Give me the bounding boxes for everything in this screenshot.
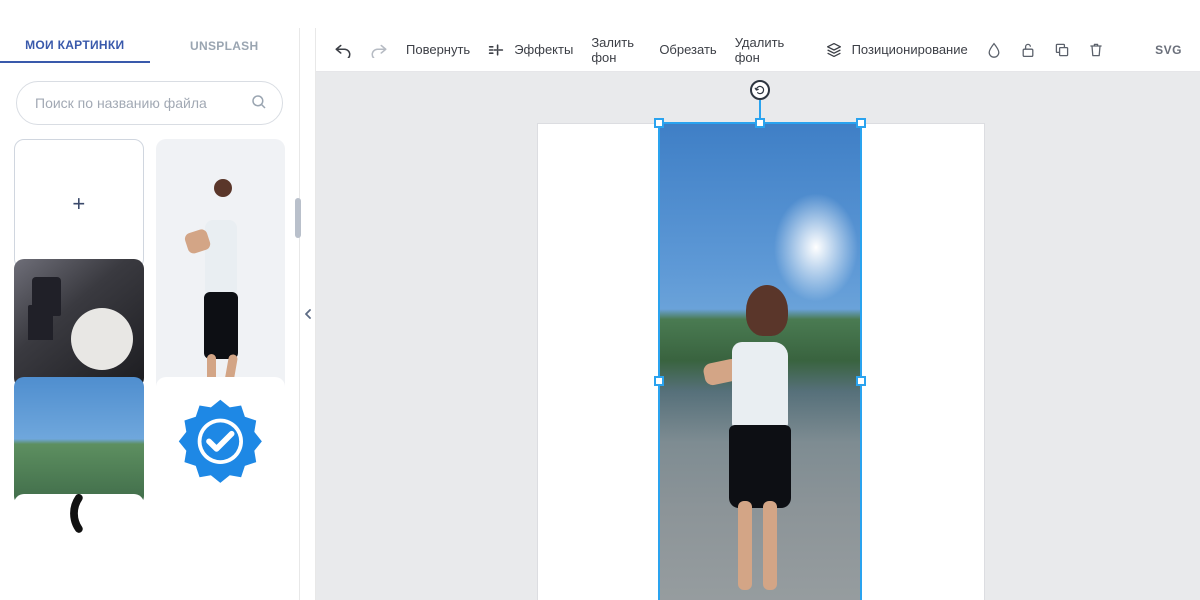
rotate-connector [759,100,761,120]
lock-button[interactable] [1020,42,1036,58]
resize-handle-ml[interactable] [654,376,664,386]
tab-unsplash[interactable]: UNSPLASH [150,28,300,63]
collapse-sidebar-handle[interactable] [300,28,316,600]
remove-background-button[interactable]: Удалить фон [735,35,790,65]
opacity-button[interactable] [986,42,1002,58]
verified-badge-icon [175,396,266,487]
thumbnail-magician-rabbit[interactable] [14,259,144,389]
redo-icon [370,42,388,58]
droplet-icon [986,42,1002,58]
svg-export-button[interactable]: SVG [1155,43,1182,57]
delete-button[interactable] [1088,42,1104,58]
duplicate-button[interactable] [1054,42,1070,58]
layers-icon [826,42,842,58]
sidebar: МОИ КАРТИНКИ UNSPLASH + [0,28,300,600]
add-image-button[interactable]: + [14,139,144,269]
thumbnail-partial[interactable] [14,494,144,600]
positioning-label: Позиционирование [852,42,968,57]
search-icon [250,93,268,114]
selected-image[interactable] [658,122,862,600]
effects-label: Эффекты [514,42,573,57]
selected-image-content [660,124,860,600]
canvas[interactable] [316,72,1200,600]
search-input[interactable] [35,95,250,111]
sidebar-tabs: МОИ КАРТИНКИ UNSPLASH [0,28,299,63]
plus-icon: + [72,191,85,217]
rotate-icon [754,84,766,96]
search-input-wrap[interactable] [16,81,283,125]
context-toolbar: Повернуть Эффекты Залить фон Обрезать Уд… [316,28,1200,72]
chevron-left-icon [304,309,312,319]
tab-my-images[interactable]: МОИ КАРТИНКИ [0,28,150,63]
copy-icon [1054,42,1070,58]
rotate-button[interactable]: Повернуть [406,42,470,57]
thumbnail-verified-badge[interactable] [156,377,286,507]
resize-handle-mr[interactable] [856,376,866,386]
redo-button[interactable] [370,42,388,58]
work-area: Повернуть Эффекты Залить фон Обрезать Уд… [316,28,1200,600]
thumbnail-landscape[interactable] [14,377,144,507]
sidebar-scrollbar[interactable] [295,198,301,238]
rotate-handle[interactable] [750,80,770,100]
resize-handle-tm[interactable] [755,118,765,128]
crop-button[interactable]: Обрезать [659,42,716,57]
image-grid: + [0,139,299,600]
undo-button[interactable] [334,42,352,58]
effects-button[interactable]: Эффекты [488,42,573,57]
trash-icon [1088,42,1104,58]
positioning-button[interactable]: Позиционирование [826,42,968,58]
resize-handle-tr[interactable] [856,118,866,128]
fill-background-button[interactable]: Залить фон [591,35,641,65]
undo-icon [334,42,352,58]
effects-icon [488,43,504,57]
resize-handle-tl[interactable] [654,118,664,128]
unlock-icon [1020,42,1036,58]
